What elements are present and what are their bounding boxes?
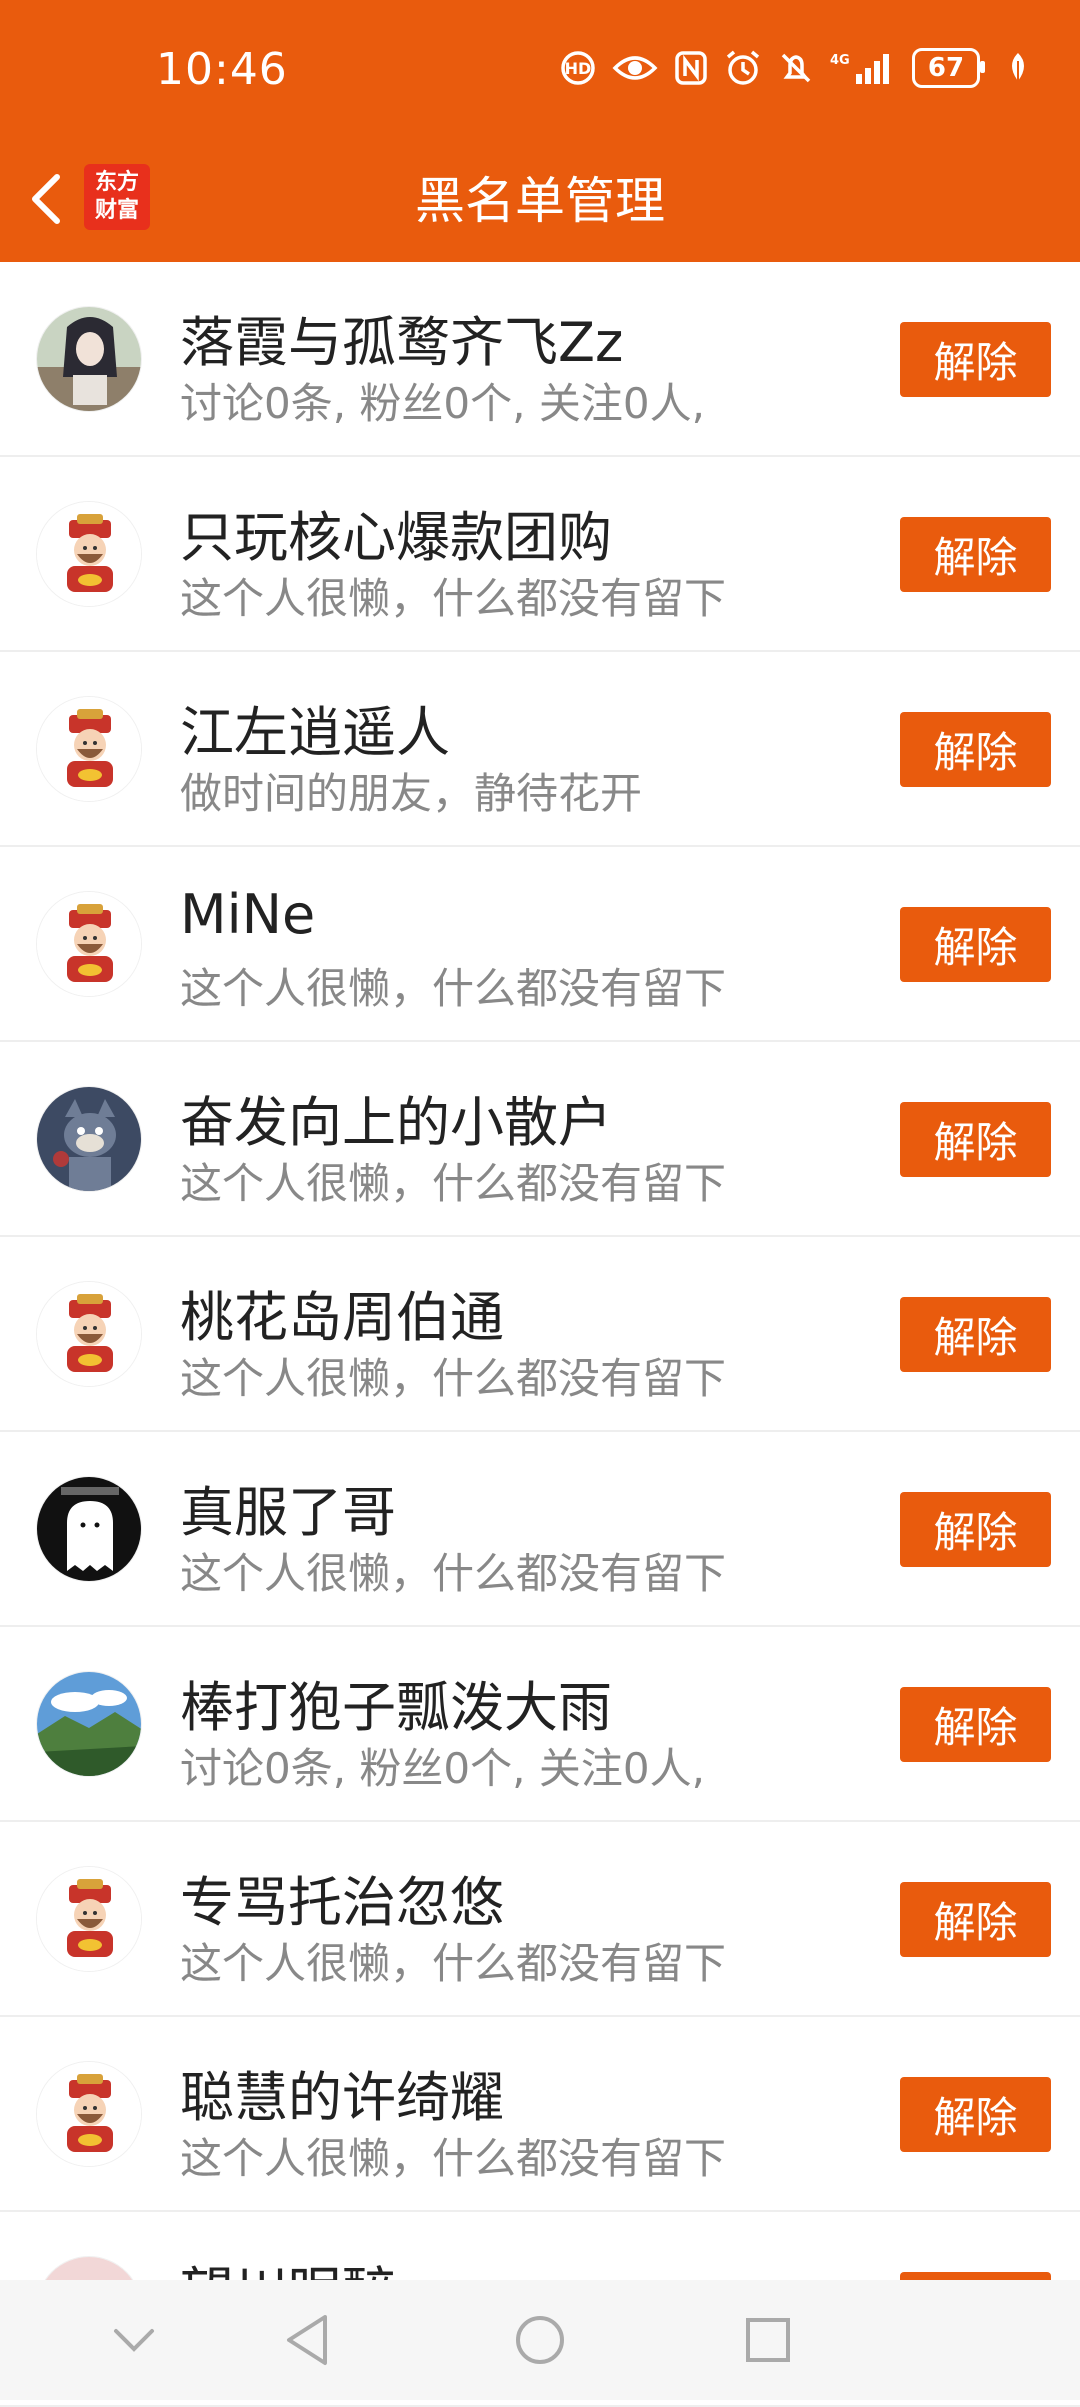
list-item[interactable]: 聪慧的许绮耀这个人很懒，什么都没有留下 解除	[0, 2017, 1080, 2212]
unblock-button[interactable]: 解除	[900, 2077, 1051, 2152]
unblock-button[interactable]: 解除	[900, 322, 1051, 397]
user-description: 这个人很懒，什么都没有留下	[180, 964, 727, 1013]
cartoon-cat-avatar[interactable]	[36, 1086, 142, 1192]
god-of-wealth-avatar[interactable]	[36, 501, 142, 607]
list-item[interactable]: 真服了哥这个人很懒，什么都没有留下 解除	[0, 1432, 1080, 1627]
user-description: 讨论0条, 粉丝0个, 关注0人,	[180, 379, 705, 428]
list-item[interactable]: 棒打狍子瓢泼大雨讨论0条, 粉丝0个, 关注0人, 解除	[0, 1627, 1080, 1822]
user-name: 奋发向上的小散户	[180, 1091, 612, 1154]
unblock-button[interactable]: 解除	[900, 1687, 1051, 1762]
god-of-wealth-avatar[interactable]	[36, 1866, 142, 1972]
god-of-wealth-avatar[interactable]	[36, 891, 142, 997]
logo-line1: 东方	[94, 170, 139, 195]
user-name: 专骂托治忽悠	[180, 1871, 504, 1934]
user-name: MiNe	[180, 883, 316, 946]
list-item[interactable]: MiNe 这个人很懒，什么都没有留下 解除	[0, 847, 1080, 1042]
user-name: 桃花岛周伯通	[180, 1286, 504, 1349]
battery-level: 67	[927, 53, 965, 83]
chevron-down-icon[interactable]	[102, 2308, 166, 2372]
back-arrow-icon	[32, 174, 60, 224]
user-description: 讨论0条, 粉丝0个, 关注0人,	[180, 1744, 705, 1793]
status-time: 10:46	[156, 44, 288, 95]
battery-icon: 67	[912, 48, 985, 88]
logo-line2: 财富	[94, 198, 139, 223]
svg-text:HD: HD	[565, 59, 592, 78]
recents-square-icon[interactable]	[736, 2308, 800, 2372]
system-nav-bar	[0, 2280, 1080, 2400]
user-description: 这个人很懒，什么都没有留下	[180, 2134, 727, 2183]
user-description: 这个人很懒，什么都没有留下	[180, 1159, 727, 1208]
app-logo[interactable]: 东方 财富	[84, 164, 150, 230]
svg-text:4G: 4G	[830, 53, 850, 68]
user-name: 聪慧的许绮耀	[180, 2066, 504, 2129]
user-name: 棒打狍子瓢泼大雨	[180, 1676, 612, 1739]
unblock-button[interactable]: 解除	[900, 907, 1051, 982]
user-description: 这个人很懒，什么都没有留下	[180, 574, 727, 623]
list-item[interactable]: 桃花岛周伯通这个人很懒，什么都没有留下 解除	[0, 1237, 1080, 1432]
signal-icon: 4G	[830, 50, 896, 86]
page-title: 黑名单管理	[415, 172, 665, 230]
user-description: 这个人很懒，什么都没有留下	[180, 1939, 727, 1988]
user-description: 这个人很懒，什么都没有留下	[180, 1354, 727, 1403]
unblock-button[interactable]: 解除	[900, 1882, 1051, 1957]
leaf-icon	[1006, 51, 1030, 85]
user-name: 落霞与孤鹜齐飞Zz	[180, 311, 624, 374]
status-icons: HD 4G 67	[560, 48, 1030, 88]
list-item[interactable]: 奋发向上的小散户这个人很懒，什么都没有留下 解除	[0, 1042, 1080, 1237]
god-of-wealth-avatar[interactable]	[36, 1281, 142, 1387]
ghost-avatar[interactable]	[36, 1476, 142, 1582]
user-description: 这个人很懒，什么都没有留下	[180, 1549, 727, 1598]
back-triangle-icon[interactable]	[276, 2308, 340, 2372]
user-name: 只玩核心爆款团购	[180, 506, 612, 569]
status-bar: 10:46 HD 4G 67	[0, 0, 1080, 140]
landscape-avatar[interactable]	[36, 1671, 142, 1777]
user-name: 真服了哥	[180, 1481, 396, 1544]
unblock-button[interactable]: 解除	[900, 1492, 1051, 1567]
user-name: 江左逍遥人	[180, 701, 450, 764]
list-item[interactable]: 专骂托治忽悠这个人很懒，什么都没有留下 解除	[0, 1822, 1080, 2017]
back-button[interactable]	[20, 164, 70, 234]
list-item[interactable]: 落霞与孤鹜齐飞Zz 讨论0条, 粉丝0个, 关注0人, 解除	[0, 262, 1080, 457]
hd-icon: HD	[560, 50, 596, 86]
god-of-wealth-avatar[interactable]	[36, 696, 142, 802]
god-of-wealth-avatar[interactable]	[36, 2061, 142, 2167]
nfc-icon	[674, 50, 708, 86]
eye-icon	[612, 52, 658, 84]
home-circle-icon[interactable]	[508, 2308, 572, 2372]
header-bar: 东方 财富 黑名单管理	[0, 140, 1080, 262]
unblock-button[interactable]: 解除	[900, 517, 1051, 592]
list-item[interactable]: 江左逍遥人做时间的朋友，静待花开 解除	[0, 652, 1080, 847]
alarm-icon	[724, 49, 762, 87]
blacklist: 落霞与孤鹜齐飞Zz 讨论0条, 粉丝0个, 关注0人, 解除 只玩核心爆款团购 这个人很…	[0, 262, 1080, 2407]
unblock-button[interactable]: 解除	[900, 1297, 1051, 1372]
anime-girl-avatar[interactable]	[36, 306, 142, 412]
list-item[interactable]: 只玩核心爆款团购这个人很懒，什么都没有留下 解除	[0, 457, 1080, 652]
user-description: 做时间的朋友，静待花开	[180, 769, 643, 818]
unblock-button[interactable]: 解除	[900, 712, 1051, 787]
unblock-button[interactable]: 解除	[900, 1102, 1051, 1177]
mute-icon	[778, 50, 814, 86]
